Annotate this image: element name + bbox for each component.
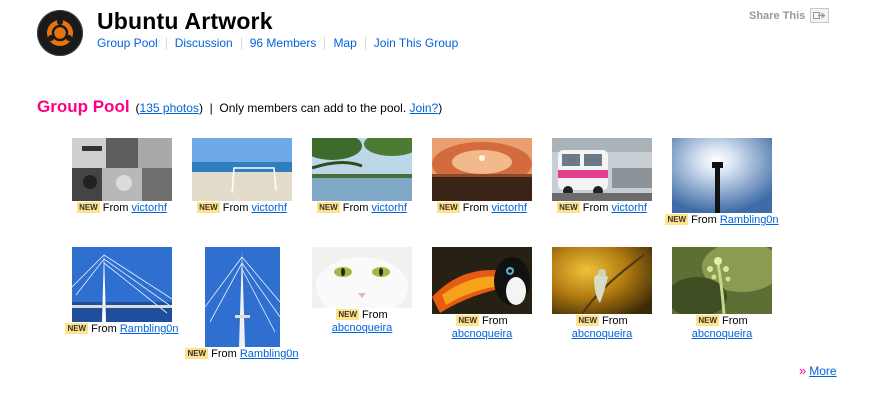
new-badge: NEW	[665, 214, 689, 225]
photo-item: NEW From victorhf	[542, 138, 662, 215]
new-badge: NEW	[185, 348, 209, 359]
new-badge: NEW	[197, 202, 220, 213]
photo-caption: NEW From Rambling0n	[662, 214, 782, 227]
photo-item: NEW From Rambling0n	[182, 247, 302, 361]
photo-thumbnail[interactable]	[204, 247, 280, 347]
photo-owner-link[interactable]: Rambling0n	[120, 323, 179, 335]
photo-owner-link[interactable]: abcnoqueira	[332, 322, 393, 334]
photo-item: NEW From victorhf	[422, 138, 542, 215]
new-badge: NEW	[65, 323, 89, 334]
more-link[interactable]: More	[809, 364, 836, 378]
photo-thumbnail[interactable]	[552, 138, 652, 201]
photo-owner-link[interactable]: victorhf	[611, 202, 646, 214]
new-badge: NEW	[437, 202, 460, 213]
photo-item: NEW From victorhf	[182, 138, 302, 215]
from-label: From	[462, 202, 489, 214]
photo-thumbnail[interactable]	[72, 138, 172, 201]
photo-thumbnail[interactable]	[432, 138, 532, 201]
new-badge: NEW	[557, 202, 580, 213]
new-badge: NEW	[336, 309, 359, 320]
photo-item: NEW From Rambling0n	[62, 247, 182, 336]
new-badge: NEW	[576, 315, 599, 326]
photo-item: NEW From Rambling0n	[662, 138, 782, 227]
photo-owner-link[interactable]: abcnoqueira	[452, 328, 513, 340]
from-label: From	[582, 202, 609, 214]
photo-thumbnail[interactable]	[192, 138, 292, 201]
photo-caption: NEW From Rambling0n	[182, 348, 302, 361]
photo-owner-link[interactable]: abcnoqueira	[692, 328, 753, 340]
from-label: From	[91, 323, 117, 335]
photo-caption: NEW From Rambling0n	[62, 323, 182, 336]
photo-item: NEW From victorhf	[62, 138, 182, 215]
photo-caption: NEW From victorhf	[542, 202, 662, 215]
new-badge: NEW	[77, 202, 100, 213]
photo-caption: NEW From victorhf	[302, 202, 422, 215]
photo-caption: NEW From victorhf	[422, 202, 542, 215]
from-label: From	[102, 202, 129, 214]
chevron-right-icon: »	[799, 363, 807, 378]
photo-thumbnail[interactable]	[312, 138, 412, 201]
photo-grid: NEW From victorhf NEW From victorhf NEW Fro…	[0, 0, 869, 408]
photo-owner-link[interactable]: Rambling0n	[240, 348, 299, 360]
from-label: From	[211, 348, 237, 360]
photo-owner-link[interactable]: victorhf	[491, 202, 526, 214]
photo-item: NEW From abcnoqueira	[422, 247, 542, 341]
photo-thumbnail[interactable]	[672, 247, 772, 314]
photo-thumbnail[interactable]	[432, 247, 532, 314]
new-badge: NEW	[696, 315, 719, 326]
photo-thumbnail[interactable]	[72, 247, 172, 322]
from-label: From	[691, 214, 717, 226]
from-label: From	[342, 202, 369, 214]
photo-owner-link[interactable]: victorhf	[371, 202, 406, 214]
new-badge: NEW	[317, 202, 340, 213]
photo-owner-link[interactable]: Rambling0n	[720, 214, 779, 226]
photo-item: NEW From abcnoqueira	[542, 247, 662, 341]
photo-owner-link[interactable]: abcnoqueira	[572, 328, 633, 340]
photo-caption: NEW From abcnoqueira	[542, 315, 662, 341]
photo-item: NEW From abcnoqueira	[662, 247, 782, 341]
from-label: From	[722, 315, 748, 327]
photo-owner-link[interactable]: victorhf	[131, 202, 166, 214]
photo-caption: NEW From abcnoqueira	[422, 315, 542, 341]
more-link-container: » More	[799, 363, 837, 378]
from-label: From	[362, 309, 388, 321]
photo-caption: NEW From abcnoqueira	[662, 315, 782, 341]
photo-thumbnail[interactable]	[672, 138, 772, 213]
photo-caption: NEW From victorhf	[62, 202, 182, 215]
from-label: From	[602, 315, 628, 327]
photo-caption: NEW From abcnoqueira	[302, 309, 422, 335]
from-label: From	[482, 315, 508, 327]
photo-caption: NEW From victorhf	[182, 202, 302, 215]
photo-item: NEW From abcnoqueira	[302, 247, 422, 335]
photo-owner-link[interactable]: victorhf	[251, 202, 286, 214]
new-badge: NEW	[456, 315, 479, 326]
photo-thumbnail[interactable]	[312, 247, 412, 308]
from-label: From	[222, 202, 249, 214]
photo-item: NEW From victorhf	[302, 138, 422, 215]
photo-thumbnail[interactable]	[552, 247, 652, 314]
